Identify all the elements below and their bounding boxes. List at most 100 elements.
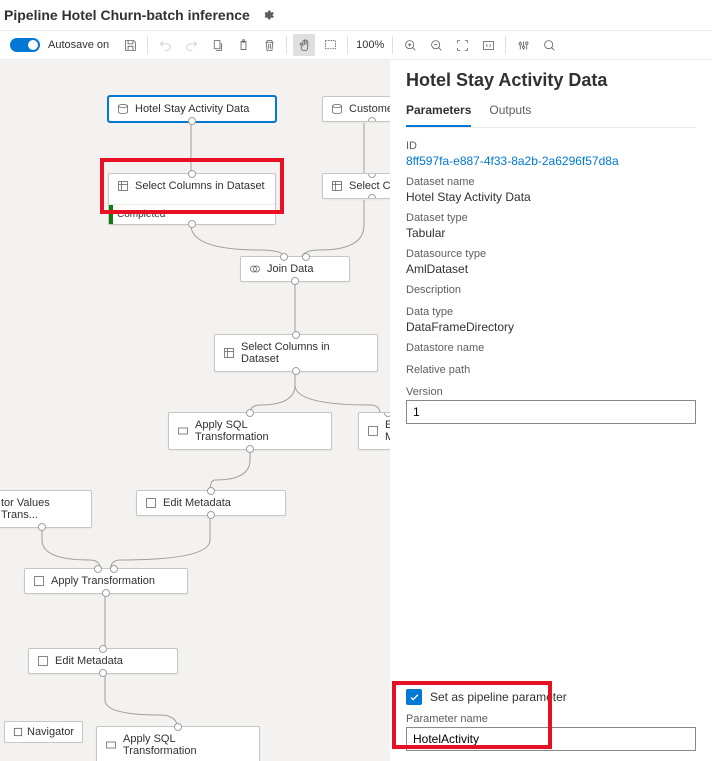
input-port[interactable] xyxy=(302,253,310,261)
input-port[interactable] xyxy=(99,645,107,653)
node-values-trans[interactable]: tor Values Trans... xyxy=(0,490,92,528)
pipeline-parameter-checkbox[interactable] xyxy=(406,689,422,705)
input-port[interactable] xyxy=(207,487,215,495)
input-port[interactable] xyxy=(246,409,254,417)
output-port[interactable] xyxy=(102,589,110,597)
node-label: Edit Metadata xyxy=(55,655,123,667)
output-port[interactable] xyxy=(207,511,215,519)
field-data-type: Data type DataFrameDirectory xyxy=(406,306,696,334)
input-port[interactable] xyxy=(292,331,300,339)
field-datasource-type: Datasource type AmlDataset xyxy=(406,248,696,276)
node-apply-sql-2[interactable]: Apply SQL Transformation xyxy=(96,726,260,761)
output-port[interactable] xyxy=(368,194,376,199)
node-edit-metadata-1[interactable]: Edit Metadata xyxy=(136,490,286,516)
field-label: Description xyxy=(406,284,696,296)
node-label: Customer Dat xyxy=(349,103,390,115)
module-icon xyxy=(177,425,189,437)
actual-size-icon[interactable] xyxy=(477,34,499,56)
divider xyxy=(505,36,506,54)
parameter-footer: Set as pipeline parameter Parameter name xyxy=(406,689,696,751)
output-port[interactable] xyxy=(188,220,196,228)
node-customer-data[interactable]: Customer Dat xyxy=(322,96,390,122)
field-relative-path: Relative path xyxy=(406,364,696,378)
node-edit-metadata-2[interactable]: Edit Metadata xyxy=(28,648,178,674)
tab-outputs[interactable]: Outputs xyxy=(489,103,531,127)
field-label: Dataset type xyxy=(406,212,696,224)
field-label: ID xyxy=(406,140,696,152)
header-bar: Pipeline Hotel Churn-batch inference xyxy=(0,0,712,30)
input-port[interactable] xyxy=(110,565,118,573)
output-port[interactable] xyxy=(99,669,107,677)
module-icon xyxy=(223,347,235,359)
node-select-columns-1[interactable]: Select Columns in Dataset Completed xyxy=(108,173,276,225)
redo-icon[interactable] xyxy=(180,34,202,56)
field-version: Version xyxy=(406,386,696,424)
input-port[interactable] xyxy=(94,565,102,573)
input-port[interactable] xyxy=(174,723,182,731)
input-port[interactable] xyxy=(188,170,196,178)
node-label: tor Values Trans... xyxy=(1,497,83,521)
node-label: Select Colum xyxy=(349,180,390,192)
id-link[interactable]: 8ff597fa-e887-4f33-8a2b-2a6296f57d8a xyxy=(406,154,696,168)
field-description: Description xyxy=(406,284,696,298)
copy-icon[interactable] xyxy=(206,34,228,56)
search-icon[interactable] xyxy=(538,34,560,56)
pipeline-canvas[interactable]: Hotel Stay Activity Data Customer Dat Se… xyxy=(0,60,390,761)
node-label: Apply SQL Transformation xyxy=(123,733,251,757)
save-icon[interactable] xyxy=(119,34,141,56)
node-select-columns-2[interactable]: Select Colum xyxy=(322,173,390,199)
autosave-toggle[interactable] xyxy=(10,38,40,52)
output-port[interactable] xyxy=(291,277,299,285)
output-port[interactable] xyxy=(246,445,254,453)
node-label: Join Data xyxy=(267,263,313,275)
node-label: Apply SQL Transformation xyxy=(195,419,323,443)
field-label: Datastore name xyxy=(406,342,696,354)
tab-parameters[interactable]: Parameters xyxy=(406,103,471,127)
fit-icon[interactable] xyxy=(451,34,473,56)
gear-icon[interactable] xyxy=(260,8,274,22)
panel-title: Hotel Stay Activity Data xyxy=(406,70,696,91)
module-icon xyxy=(33,575,45,587)
module-icon xyxy=(249,263,261,275)
node-apply-sql[interactable]: Apply SQL Transformation xyxy=(168,412,332,450)
node-label: Hotel Stay Activity Data xyxy=(135,103,249,115)
module-icon xyxy=(367,425,379,437)
undo-icon[interactable] xyxy=(154,34,176,56)
delete-icon[interactable] xyxy=(258,34,280,56)
toolbar: Autosave on 100% xyxy=(0,30,712,60)
field-label: Data type xyxy=(406,306,696,318)
version-input[interactable] xyxy=(406,400,696,424)
output-port[interactable] xyxy=(188,117,196,125)
navigator-label: Navigator xyxy=(27,726,74,738)
select-icon[interactable] xyxy=(319,34,341,56)
parameter-name-input[interactable] xyxy=(406,727,696,751)
field-label: Parameter name xyxy=(406,713,696,725)
checkbox-label: Set as pipeline parameter xyxy=(430,690,567,704)
field-id: ID 8ff597fa-e887-4f33-8a2b-2a6296f57d8a xyxy=(406,140,696,168)
panel-tabs: Parameters Outputs xyxy=(406,103,696,128)
node-edit-m[interactable]: Edit M xyxy=(358,412,390,450)
node-apply-transformation[interactable]: Apply Transformation xyxy=(24,568,188,594)
navigator-toggle[interactable]: Navigator xyxy=(4,721,83,743)
node-join-data[interactable]: Join Data xyxy=(240,256,350,282)
output-port[interactable] xyxy=(292,367,300,375)
node-hotel-stay-data[interactable]: Hotel Stay Activity Data xyxy=(108,96,276,122)
module-icon xyxy=(37,655,49,667)
settings-icon[interactable] xyxy=(512,34,534,56)
output-port[interactable] xyxy=(38,523,46,531)
output-port[interactable] xyxy=(368,117,376,122)
paste-icon[interactable] xyxy=(232,34,254,56)
node-select-columns-3[interactable]: Select Columns in Dataset xyxy=(214,334,378,372)
divider xyxy=(392,36,393,54)
field-label: Datasource type xyxy=(406,248,696,260)
field-value: AmlDataset xyxy=(406,262,696,276)
zoom-out-icon[interactable] xyxy=(425,34,447,56)
properties-panel: Hotel Stay Activity Data Parameters Outp… xyxy=(390,60,712,761)
zoom-level[interactable]: 100% xyxy=(356,39,384,51)
module-icon xyxy=(145,497,157,509)
zoom-in-icon[interactable] xyxy=(399,34,421,56)
input-port[interactable] xyxy=(280,253,288,261)
divider xyxy=(286,36,287,54)
input-port[interactable] xyxy=(368,173,376,178)
pan-icon[interactable] xyxy=(293,34,315,56)
